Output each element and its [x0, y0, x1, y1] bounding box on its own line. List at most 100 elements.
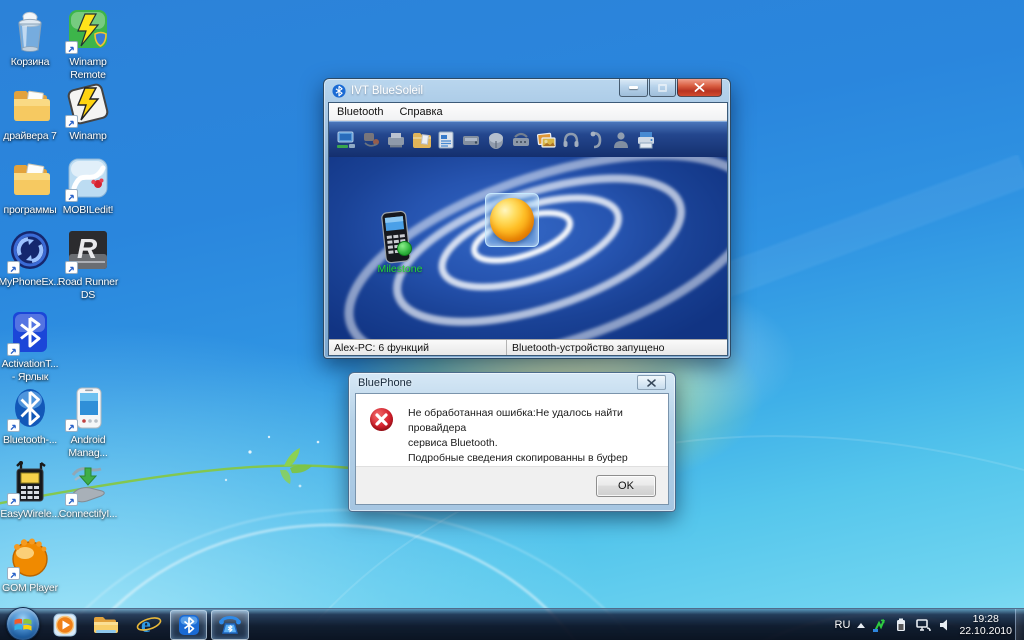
power-tray-icon[interactable] [894, 617, 908, 633]
shortcut-arrow-icon [65, 261, 78, 274]
desktop-icon-bluetooth[interactable]: Bluetooth-... [2, 386, 58, 447]
information-sync-icon[interactable] [435, 127, 457, 153]
language-indicator[interactable]: RU [835, 619, 851, 631]
desktop-icon-label: MOBILedit! [52, 204, 124, 217]
desktop-icon-gom-player[interactable]: GOM Player [2, 534, 58, 595]
windows-logo-icon [13, 615, 33, 634]
taskbar-bluephone-button[interactable] [211, 610, 249, 640]
tray-clock[interactable]: 19:28 22.10.2010 [959, 613, 1012, 637]
desktop-icon-label: ConnectifyI... [52, 508, 124, 521]
dialog-titlebar[interactable]: BluePhone [349, 373, 675, 393]
status-device-functions: Alex-PC: 6 функций [329, 340, 507, 355]
dialup-networking-icon[interactable] [360, 127, 382, 153]
bluetooth-workspace[interactable]: Milestone [329, 157, 727, 339]
hand-phone-icon [65, 460, 111, 506]
menubar: Bluetooth Справка [329, 103, 727, 121]
shortcut-arrow-icon [7, 493, 20, 506]
desktop-icon-easywireless[interactable]: EasyWirele... [2, 460, 58, 521]
start-button[interactable] [6, 607, 40, 640]
recycle-bin-icon [7, 8, 53, 54]
desktop-icon-label: Winamp Remote [52, 56, 124, 82]
wireless-phone-icon [7, 460, 53, 506]
basic-imaging-icon[interactable] [535, 127, 557, 153]
lan-access-icon[interactable] [460, 127, 482, 153]
svg-text:e: e [141, 612, 151, 637]
desktop-icon-connectify[interactable]: ConnectifyI... [60, 460, 116, 521]
printer-icon[interactable] [635, 127, 657, 153]
desktop-icon-label: GOM Player [0, 582, 66, 595]
internet-explorer-icon: e [135, 612, 163, 638]
connection-tray-icon[interactable] [872, 617, 887, 633]
serial-port-icon[interactable] [485, 127, 507, 153]
minimize-icon [629, 86, 638, 89]
dialog-close-button[interactable] [637, 375, 666, 390]
android-phone-icon [65, 386, 111, 432]
my-device-icon[interactable] [335, 127, 357, 153]
file-transfer-icon[interactable] [410, 127, 432, 153]
system-tray: RU 19:28 22.10.2010 [835, 609, 1012, 640]
desktop-icon-activation[interactable]: ActivationT... - Ярлык [2, 310, 58, 384]
myphoneexplorer-icon [7, 228, 53, 274]
window-title: IVT BlueSoleil [351, 85, 423, 97]
error-message: Не обработанная ошибка:Не удалось найти … [408, 406, 660, 468]
clock-date: 22.10.2010 [959, 625, 1012, 637]
personal-network-icon[interactable] [610, 127, 632, 153]
road-runner-icon: R [65, 228, 111, 274]
headset-icon[interactable] [585, 127, 607, 153]
fax-icon[interactable] [385, 127, 407, 153]
shortcut-arrow-icon [7, 261, 20, 274]
bluetooth-square-icon [7, 310, 53, 356]
local-device-selection[interactable] [485, 193, 539, 247]
menu-help[interactable]: Справка [391, 105, 450, 119]
error-icon [370, 408, 393, 431]
close-icon [647, 379, 656, 387]
modem-icon[interactable] [510, 127, 532, 153]
desktop-icon-android-manager[interactable]: Android Manag... [60, 386, 116, 460]
desktop-icon-label: Android Manag... [52, 434, 124, 460]
desktop-icon-label: Winamp [52, 130, 124, 143]
volume-tray-icon[interactable] [939, 618, 952, 632]
show-desktop-button[interactable] [1015, 609, 1024, 640]
desktop-icon-road-runner[interactable]: R Road Runner DS [60, 228, 116, 302]
show-hidden-icons-button[interactable] [857, 623, 865, 628]
local-device-sun-icon [490, 198, 534, 242]
desktop-icon-myphoneexplorer[interactable]: MyPhoneEx... [2, 228, 58, 289]
bluetooth-oval-icon [7, 386, 53, 432]
close-button[interactable] [677, 79, 722, 97]
shortcut-arrow-icon [7, 419, 20, 432]
svg-text:R: R [77, 233, 98, 264]
shortcut-arrow-icon [65, 41, 78, 54]
minimize-button[interactable] [619, 79, 648, 97]
maximize-button[interactable] [649, 79, 676, 97]
bluesoleil-client-area: Bluetooth Справка [328, 102, 728, 356]
desktop-icon-recycle-bin[interactable]: Корзина [2, 8, 58, 69]
taskbar: e RU [0, 608, 1024, 640]
menu-bluetooth[interactable]: Bluetooth [329, 105, 391, 119]
dialog-title: BluePhone [358, 377, 412, 389]
network-tray-icon[interactable] [915, 617, 932, 633]
desktop-icon-mobiledit[interactable]: MOBILedit! [60, 156, 116, 217]
shortcut-arrow-icon [65, 419, 78, 432]
desktop-icon-drivers-folder[interactable]: драйвера 7 [2, 82, 58, 143]
desktop-icon-winamp[interactable]: Winamp [60, 82, 116, 143]
headphones-icon[interactable] [560, 127, 582, 153]
mobiledit-icon [65, 156, 111, 202]
clock-time: 19:28 [959, 613, 1012, 625]
ok-button[interactable]: OK [596, 475, 656, 497]
toolbar [329, 121, 727, 157]
shortcut-arrow-icon [7, 567, 20, 580]
taskbar-bluesoleil-button[interactable] [170, 610, 207, 640]
close-icon [694, 83, 705, 92]
taskbar-explorer-button[interactable] [88, 610, 122, 640]
desktop-icon-winamp-remote[interactable]: Winamp Remote [60, 8, 116, 82]
statusbar: Alex-PC: 6 функций Bluetooth-устройство … [329, 339, 727, 355]
shortcut-arrow-icon [7, 343, 20, 356]
bluesoleil-window: IVT BlueSoleil Bluetooth Справка [323, 78, 731, 359]
taskbar-ie-button[interactable]: e [132, 610, 166, 640]
bluesoleil-bluetooth-icon [177, 613, 201, 637]
taskbar-wmp-button[interactable] [48, 610, 82, 640]
dialog-body: Не обработанная ошибка:Не удалось найти … [355, 393, 669, 505]
remote-device-phone[interactable] [375, 209, 417, 267]
desktop-icon-programs-folder[interactable]: программы [2, 156, 58, 217]
shortcut-arrow-icon [65, 493, 78, 506]
